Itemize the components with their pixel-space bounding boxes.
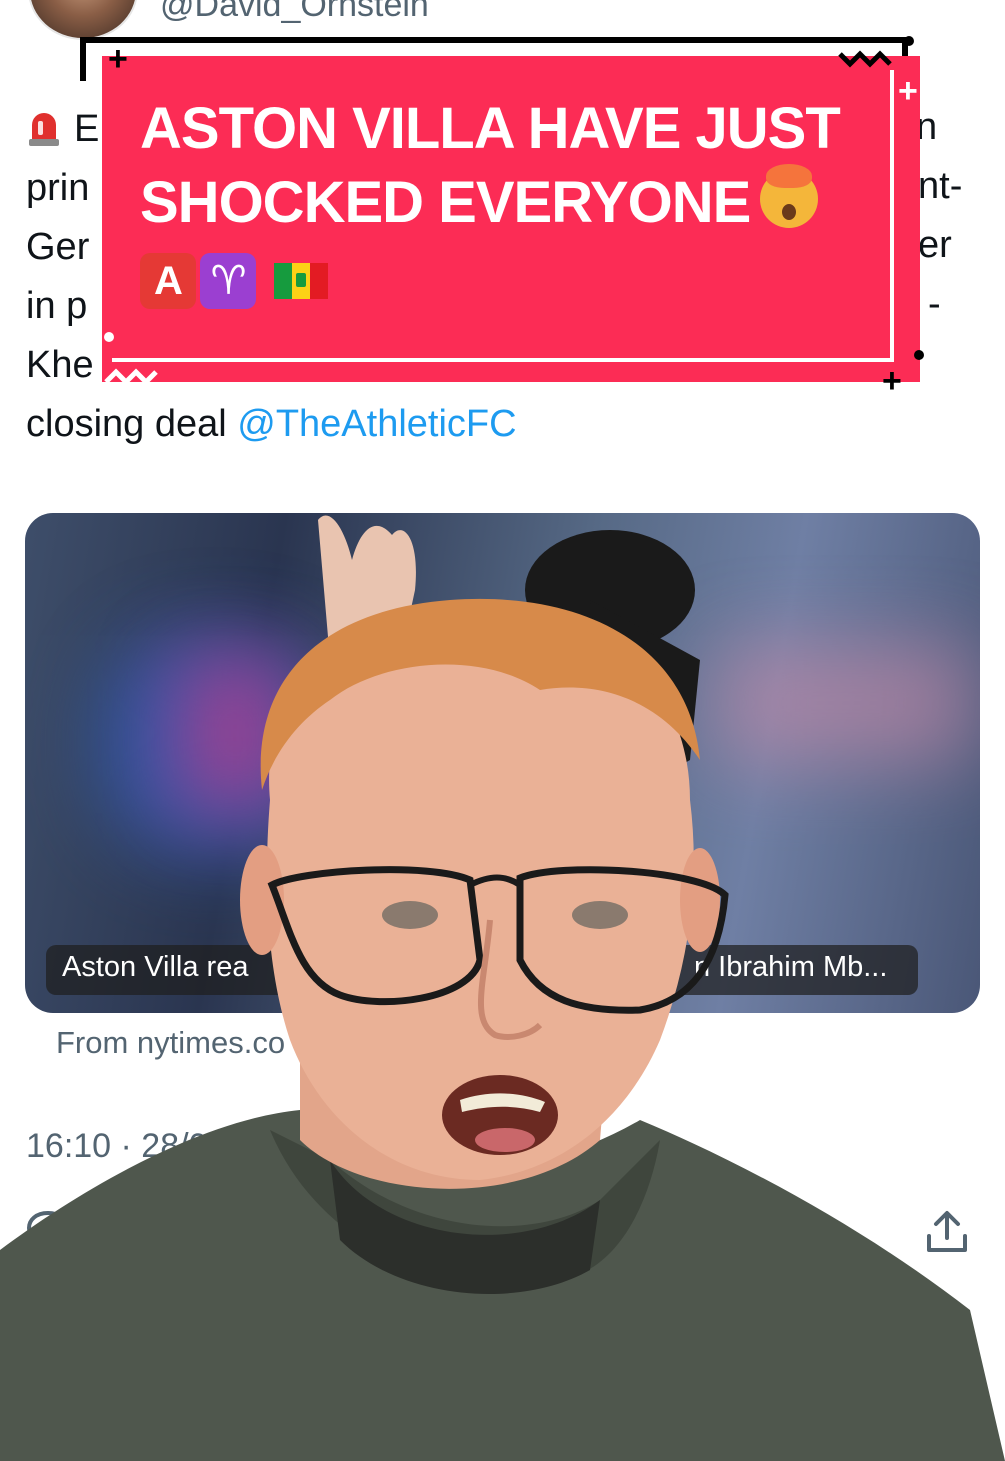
author-handle[interactable]: @David_Ornstein — [160, 0, 429, 25]
banner-line-1: ASTON VILLA HAVE JUST — [140, 96, 841, 161]
more-replies-link[interactable]: es › — [880, 1318, 937, 1357]
zigzag-decoration — [838, 50, 892, 68]
tweet-line-2-end: nt- — [918, 165, 963, 207]
plus-decoration: + — [108, 40, 128, 78]
preview-caption-right: n Ibrahim Mb... — [694, 951, 888, 983]
banner-line-2: SHOCKED EVERYONE — [140, 170, 751, 235]
preview-caption-left: Aston Villa rea — [62, 951, 249, 983]
dot-decoration — [904, 36, 914, 46]
siren-icon — [29, 113, 59, 146]
reply-icon[interactable] — [26, 1209, 70, 1249]
tweet-line-4-start: in p — [26, 285, 88, 327]
tweet-line-3-start: Ger — [26, 226, 90, 268]
background-blur — [175, 653, 295, 813]
bookmark-icon[interactable] — [718, 1208, 748, 1252]
a-button-emoji-icon: A — [140, 252, 196, 309]
banner-title: ASTON VILLA HAVE JUST SHOCKED EVERYONE A… — [140, 92, 880, 314]
tweet-line-5-start: Khe — [26, 344, 94, 386]
share-icon[interactable] — [924, 1208, 970, 1256]
background-blur — [715, 643, 975, 763]
tweet-line-1-start: E — [74, 108, 100, 150]
author-avatar[interactable] — [28, 0, 138, 40]
mention-link[interactable]: @TheAthleticFC — [237, 403, 516, 445]
tweet-line-6-text: closing deal — [26, 403, 238, 445]
senegal-flag-icon — [274, 262, 328, 299]
tweet-line-3-end: er — [918, 224, 952, 266]
zigzag-decoration — [104, 368, 158, 386]
mind-blown-emoji-icon — [760, 164, 819, 228]
preview-source[interactable]: From nytimes.co — [56, 1025, 285, 1061]
tweet-line-2-start: prin — [26, 167, 90, 209]
dot-decoration — [104, 332, 114, 342]
tweet-line-4-end: - — [928, 283, 941, 325]
tweet-timestamp[interactable]: 16:10 · 28/0 — [26, 1127, 207, 1166]
aries-emoji-icon: ♈ — [200, 252, 256, 309]
dot-decoration — [914, 350, 924, 360]
plus-decoration: + — [882, 362, 902, 400]
plus-decoration: + — [898, 72, 918, 110]
bookmark-count: 356 — [772, 1212, 836, 1254]
link-preview-card[interactable] — [25, 513, 980, 1013]
